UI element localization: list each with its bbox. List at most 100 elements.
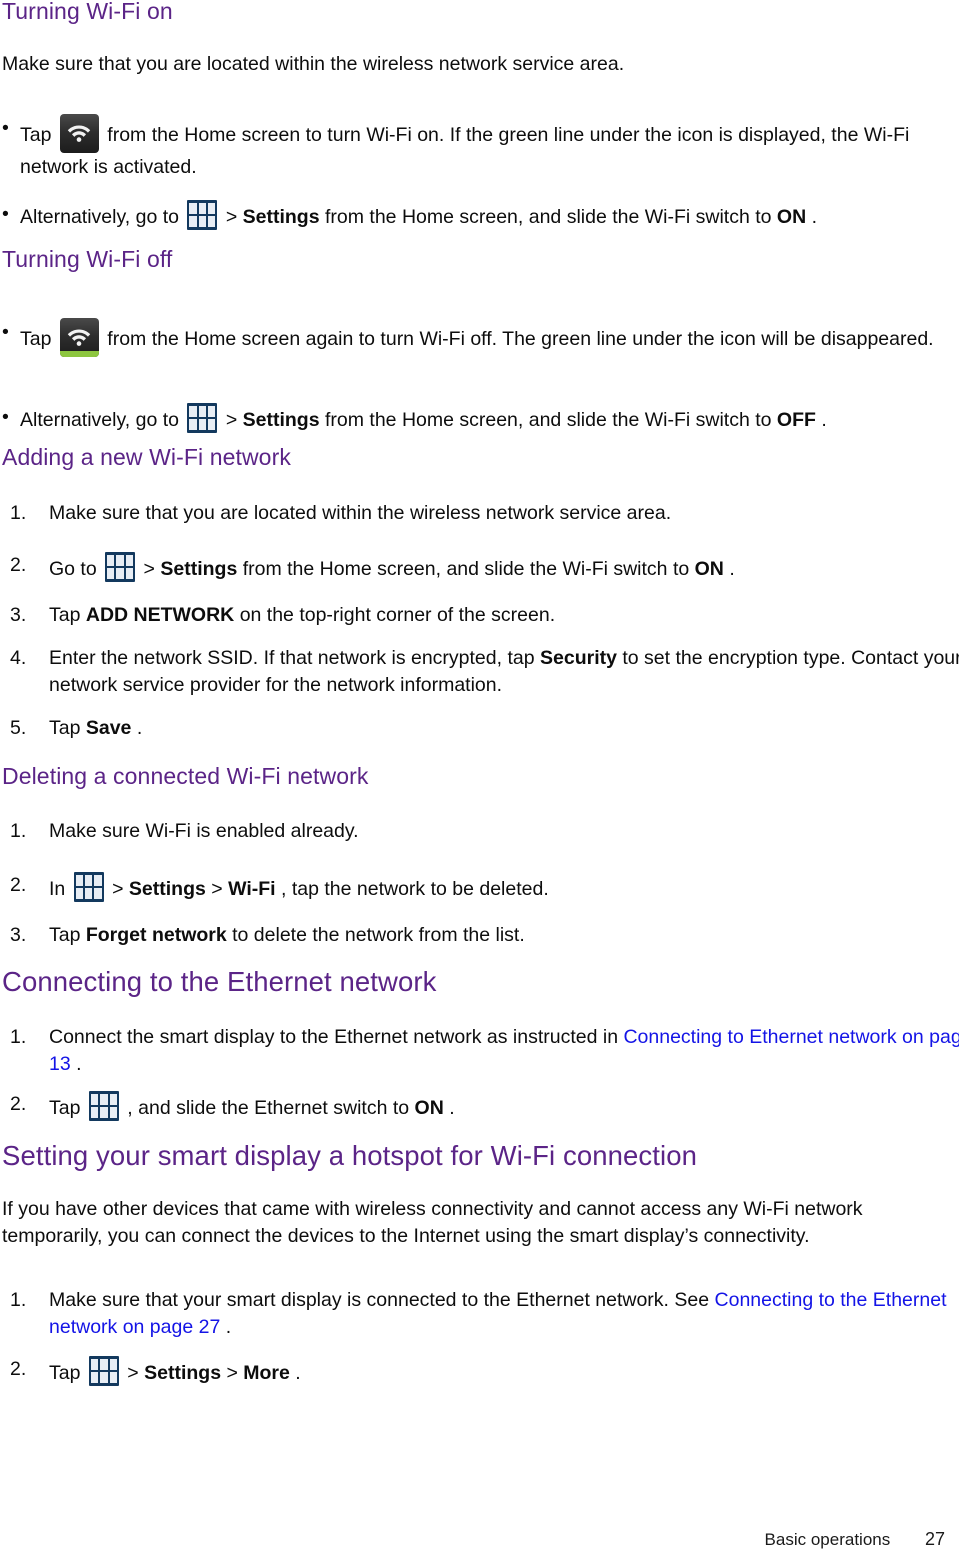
footer-page-number: 27	[924, 1529, 945, 1549]
heading-hotspot: Setting your smart display a hotspot for…	[2, 1140, 698, 1171]
list-text-pre: Tap	[49, 604, 86, 626]
label-forget-network: Forget network	[85, 924, 227, 946]
paragraph-wifi-on-intro: Make sure that you are located within th…	[2, 53, 625, 75]
list-item-hotspot-1: 1. Make sure that your smart display is …	[2, 1287, 959, 1341]
list-number: 3.	[10, 604, 27, 626]
bullet-wifi-on-tap: • Tap from the Home screen to turn Wi-Fi…	[2, 114, 959, 181]
label-wifi: Wi-Fi	[228, 878, 276, 900]
heading-connecting-ethernet: Connecting to the Ethernet network	[2, 966, 437, 997]
bullet-text-pre: Alternatively, go to	[20, 206, 179, 228]
list-text-pre: Make sure that your smart display is con…	[49, 1289, 715, 1311]
list-item-adding-4: 4. Enter the network SSID. If that netwo…	[2, 645, 959, 699]
list-text-post: to delete the network from the list.	[232, 924, 525, 946]
bullet-text-end: .	[821, 409, 827, 431]
label-switch-state: ON	[414, 1097, 444, 1119]
bullet-marker: •	[2, 117, 9, 139]
list-number: 3.	[10, 924, 27, 946]
list-item-ethernet-2: 2. Tap , and slide the Ethernet switch t…	[2, 1091, 959, 1122]
list-text-mid: from the Home screen, and slide the Wi-F…	[242, 558, 695, 580]
list-number: 2.	[10, 554, 27, 576]
apps-grid-icon	[187, 200, 218, 230]
separator-chevron: >	[112, 878, 129, 900]
label-security: Security	[540, 647, 617, 669]
list-text: Make sure Wi-Fi is enabled already.	[49, 820, 359, 842]
list-text-pre: Tap	[49, 1362, 81, 1384]
apps-grid-icon	[105, 552, 136, 582]
separator-chevron-2: >	[226, 1362, 244, 1384]
wifi-tile-active-icon	[59, 318, 99, 357]
wifi-tile-icon	[59, 114, 99, 153]
list-text-pre: Enter the network SSID. If that network …	[49, 647, 540, 669]
list-item-deleting-1: 1. Make sure Wi-Fi is enabled already.	[2, 818, 959, 845]
list-text: Make sure that you are located within th…	[49, 502, 672, 524]
heading-deleting-network: Deleting a connected Wi-Fi network	[2, 763, 369, 789]
list-number: 1.	[10, 502, 27, 524]
separator-chevron: >	[225, 409, 243, 431]
list-text-pre: In	[49, 878, 66, 900]
list-number: 4.	[10, 647, 27, 669]
label-switch-state: OFF	[776, 409, 816, 431]
wifi-active-green-line	[59, 351, 99, 357]
list-number: 5.	[10, 717, 27, 739]
heading-adding-network: Adding a new Wi-Fi network	[2, 444, 291, 470]
heading-turning-wifi-on: Turning Wi-Fi on	[2, 0, 173, 24]
list-number: 2.	[10, 874, 27, 896]
paragraph-hotspot-intro: If you have other devices that came with…	[2, 1198, 863, 1247]
label-settings: Settings	[242, 206, 320, 228]
list-item-adding-3: 3. Tap ADD NETWORK on the top-right corn…	[2, 602, 959, 629]
label-settings: Settings	[144, 1362, 222, 1384]
list-number: 1.	[10, 1289, 27, 1311]
document-page: Turning Wi-Fi on Make sure that you are …	[0, 0, 959, 1564]
label-settings: Settings	[128, 878, 206, 900]
list-text-pre: Tap	[49, 924, 86, 946]
list-text-end: .	[449, 1097, 455, 1119]
list-text-pre: Tap	[49, 717, 86, 739]
list-text-end: .	[729, 558, 735, 580]
list-text-mid: , and slide the Ethernet switch to	[127, 1097, 415, 1119]
separator-chevron: >	[225, 206, 243, 228]
bullet-text-end: .	[811, 206, 818, 228]
bullet-text-mid: from the Home screen, and slide the Wi-F…	[325, 409, 777, 431]
apps-grid-icon	[88, 1091, 119, 1121]
label-add-network: ADD NETWORK	[85, 604, 235, 626]
list-number: 1.	[10, 1026, 27, 1048]
bullet-text-pre: Tap	[20, 328, 52, 350]
list-text-post: on the top-right corner of the screen.	[239, 604, 556, 626]
bullet-wifi-off-tap: • Tap from the Home screen again to turn…	[2, 318, 959, 357]
list-text-post: .	[76, 1053, 82, 1075]
list-item-deleting-3: 3. Tap Forget network to delete the netw…	[2, 922, 959, 949]
bullet-text-mid: from the Home screen, and slide the Wi-F…	[325, 206, 777, 228]
bullet-marker: •	[2, 406, 9, 428]
apps-grid-icon	[73, 872, 104, 902]
list-text-end: .	[295, 1362, 301, 1384]
page-footer: Basic operations 27	[765, 1529, 945, 1550]
label-more: More	[243, 1362, 290, 1384]
list-item-hotspot-2: 2. Tap > Settings > More .	[2, 1356, 959, 1387]
separator-chevron: >	[127, 1362, 145, 1384]
bullet-wifi-on-alternative: • Alternatively, go to > Settings from t…	[2, 200, 959, 231]
bullet-text-post: from the Home screen to turn Wi-Fi on. I…	[20, 124, 910, 178]
footer-section-label: Basic operations	[764, 1530, 891, 1549]
label-settings: Settings	[160, 558, 238, 580]
list-item-adding-2: 2. Go to > Settings from the Home screen…	[2, 552, 959, 583]
bullet-marker: •	[2, 203, 9, 225]
list-text-post: , tap the network to be deleted.	[281, 878, 549, 900]
bullet-text-pre: Alternatively, go to	[20, 409, 179, 431]
apps-grid-icon	[88, 1356, 119, 1386]
separator-chevron-2: >	[211, 878, 229, 900]
list-text-pre: Tap	[49, 1097, 81, 1119]
list-number: 1.	[10, 820, 27, 842]
list-text-pre: Connect the smart display to the Etherne…	[49, 1026, 624, 1048]
label-settings: Settings	[242, 409, 320, 431]
label-switch-state: ON	[776, 206, 807, 228]
list-item-adding-5: 5. Tap Save .	[2, 715, 959, 742]
bullet-text-post: from the Home screen again to turn Wi-Fi…	[107, 328, 934, 350]
list-text-pre: Go to	[49, 558, 97, 580]
label-save: Save	[85, 717, 132, 739]
separator-chevron: >	[143, 558, 161, 580]
heading-turning-wifi-off: Turning Wi-Fi off	[2, 246, 173, 272]
list-number: 2.	[10, 1358, 27, 1380]
bullet-wifi-off-alternative: • Alternatively, go to > Settings from t…	[2, 403, 959, 434]
list-item-deleting-2: 2. In > Settings > Wi-Fi , tap the netwo…	[2, 872, 959, 903]
list-item-ethernet-1: 1. Connect the smart display to the Ethe…	[2, 1024, 959, 1078]
